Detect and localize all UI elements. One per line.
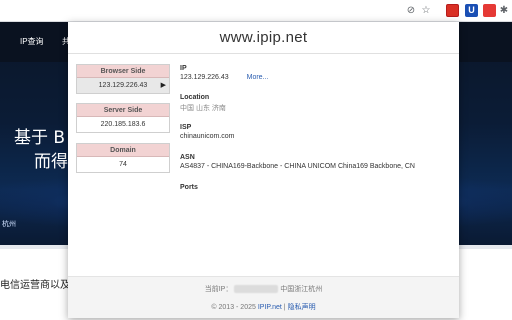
ip-label: IP (180, 65, 187, 72)
hero-headline-1: 基于 B (14, 128, 66, 148)
server-side-label: Server Side (77, 104, 169, 117)
location-label: Location (180, 94, 210, 101)
popup-title: www.ipip.net (219, 29, 308, 46)
copyright-text: © 2013 - 2025 (211, 304, 256, 311)
hero-headline-2: 而得 (34, 152, 68, 172)
browser-side-ip: 123.129.226.43 (98, 82, 148, 89)
redacted-ip (234, 285, 279, 294)
browser-side-value[interactable]: 123.129.226.43 ▶ (77, 78, 169, 93)
popup-footer: 当前IP： 中国浙江杭州 © 2013 - 2025 IPIP.net | 隐私… (68, 276, 459, 318)
browser-toolbar: ⊘ ☆ U ✱ (0, 0, 512, 22)
browser-side-label: Browser Side (77, 65, 169, 78)
privacy-link[interactable]: 隐私声明 (288, 304, 316, 311)
server-side-value[interactable]: 220.185.183.6 (77, 117, 169, 132)
server-side-card[interactable]: Server Side 220.185.183.6 (76, 103, 170, 133)
red-extension-icon[interactable] (483, 4, 496, 17)
location-value: 中国 山东 济南 (180, 105, 226, 112)
caret-right-icon: ▶ (160, 82, 166, 89)
bottom-text: 电信运营商以及 (0, 280, 70, 291)
browser-side-card[interactable]: Browser Side 123.129.226.43 ▶ (76, 64, 170, 94)
more-link[interactable]: More... (247, 74, 269, 81)
current-ip-line: 当前IP： 中国浙江杭州 (68, 284, 459, 294)
hero-city-label: 杭州 (2, 221, 16, 228)
ip-value-row: 123.129.226.43 More... (180, 74, 450, 81)
puzzle-icon[interactable]: ✱ (498, 4, 510, 18)
ipip-extension-icon[interactable] (446, 4, 459, 17)
ports-label: Ports (180, 184, 198, 191)
location-section: Location 中国 山东 济南 (180, 94, 450, 113)
ports-section: Ports (180, 184, 450, 191)
nav-item-ip-query[interactable]: IP查询 (20, 36, 44, 47)
isp-label: ISP (180, 124, 192, 131)
domain-card[interactable]: Domain 74 (76, 143, 170, 173)
asn-section: ASN AS4837 - CHINA169-Backbone - CHINA U… (180, 154, 450, 170)
isp-section: ISP chinaunicom.com (180, 124, 450, 140)
isp-value: chinaunicom.com (180, 133, 235, 140)
ipip-site-link[interactable]: IPIP.net (258, 304, 282, 311)
asn-value: AS4837 - CHINA169-Backbone - CHINA UNICO… (180, 163, 415, 170)
domain-label: Domain (77, 144, 169, 157)
star-icon[interactable]: ☆ (420, 4, 432, 18)
footer-separator: | (283, 304, 286, 311)
u-extension-icon[interactable]: U (465, 4, 478, 17)
popup-header: www.ipip.net (68, 22, 459, 54)
asn-label: ASN (180, 154, 195, 161)
current-ip-location: 中国浙江杭州 (280, 286, 323, 293)
domain-value[interactable]: 74 (77, 157, 169, 172)
current-ip-prefix: 当前IP： (204, 286, 233, 293)
ipip-popup: www.ipip.net Browser Side 123.129.226.43… (68, 22, 459, 318)
ip-value: 123.129.226.43 (180, 74, 229, 81)
ip-section: IP 123.129.226.43 More... (180, 65, 450, 81)
no-tracking-icon[interactable]: ⊘ (405, 4, 417, 18)
copyright-line: © 2013 - 2025 IPIP.net | 隐私声明 (68, 302, 459, 312)
